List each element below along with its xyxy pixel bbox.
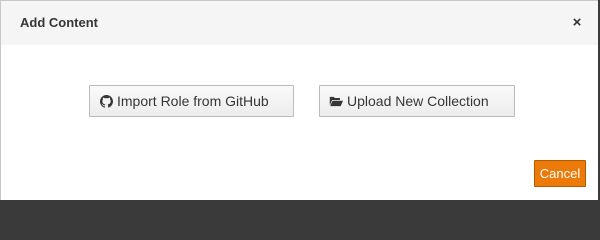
import-role-from-github-button[interactable]: Import Role from GitHub: [89, 85, 294, 117]
upload-new-collection-label: Upload New Collection: [347, 93, 489, 109]
dialog-header: Add Content ×: [1, 1, 598, 45]
folder-open-icon: [329, 94, 343, 108]
import-role-from-github-label: Import Role from GitHub: [117, 93, 269, 109]
close-button[interactable]: ×: [570, 15, 584, 31]
upload-new-collection-button[interactable]: Upload New Collection: [319, 85, 515, 117]
cancel-button[interactable]: Cancel: [534, 160, 586, 187]
github-icon: [99, 94, 113, 108]
dialog-title: Add Content: [20, 15, 98, 30]
add-content-dialog: Add Content × Import Role from GitHub Up…: [0, 0, 598, 200]
